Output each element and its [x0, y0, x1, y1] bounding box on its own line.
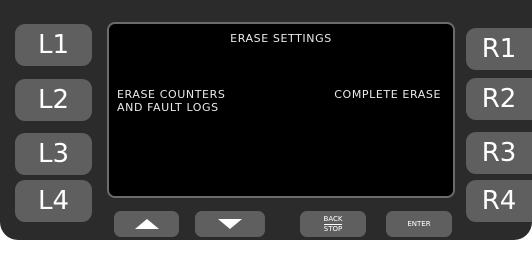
- enter-label: ENTER: [407, 220, 431, 228]
- erase-counters-line2: AND FAULT LOGS: [117, 101, 219, 114]
- display-screen: ERASE SETTINGS ERASE COUNTERS AND FAULT …: [107, 22, 455, 198]
- r2-button[interactable]: R2: [466, 78, 532, 120]
- erase-counters-line1: ERASE COUNTERS: [117, 88, 226, 101]
- stop-label: STOP: [323, 225, 343, 233]
- down-button[interactable]: [195, 211, 265, 237]
- down-arrow-icon: [218, 219, 242, 229]
- l4-button[interactable]: L4: [15, 180, 92, 222]
- up-arrow-icon: [134, 219, 159, 229]
- r3-button[interactable]: R3: [466, 132, 532, 174]
- l1-button[interactable]: L1: [15, 24, 92, 66]
- r4-button[interactable]: R4: [466, 180, 532, 222]
- enter-button[interactable]: ENTER: [386, 211, 452, 237]
- up-button[interactable]: [114, 211, 179, 237]
- r1-button[interactable]: R1: [466, 28, 532, 70]
- back-stop-label: BACK STOP: [323, 215, 343, 233]
- l3-button[interactable]: L3: [15, 133, 92, 175]
- back-label: BACK: [323, 215, 343, 225]
- screen-title: ERASE SETTINGS: [230, 32, 332, 45]
- erase-counters-option: ERASE COUNTERS AND FAULT LOGS: [117, 88, 225, 114]
- complete-erase-option: COMPLETE ERASE: [334, 88, 441, 101]
- back-stop-button[interactable]: BACK STOP: [300, 211, 366, 237]
- l2-button[interactable]: L2: [15, 79, 92, 121]
- device-bezel: L1 L2 L3 L4 R1 R2 R3 R4 ERASE SETTINGS E…: [0, 0, 532, 240]
